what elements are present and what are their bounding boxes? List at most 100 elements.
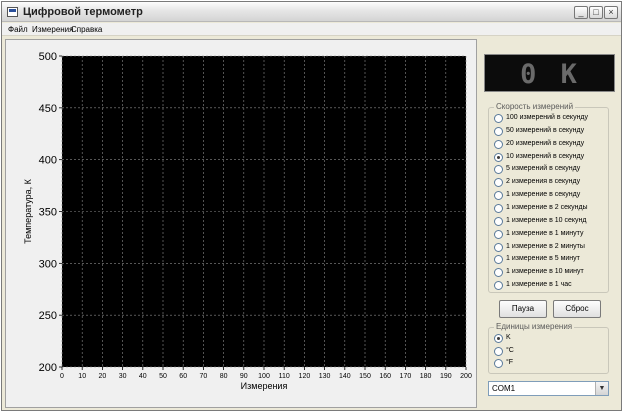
- rate-option-label: 1 измерение в 1 час: [506, 281, 572, 289]
- menu-help[interactable]: Справка: [71, 25, 102, 34]
- x-tick-label: 110: [279, 373, 290, 380]
- rate-option[interactable]: 5 измерений в секунду: [494, 163, 612, 175]
- rate-option-label: 100 измерений в секунду: [506, 114, 589, 121]
- rate-option-label: 1 измерение в 10 минут: [506, 268, 584, 276]
- menu-bar: Файл Измерения Справка: [2, 23, 621, 36]
- y-tick-label: 400: [39, 155, 57, 167]
- x-tick-label: 130: [319, 373, 331, 380]
- app-window: Цифровой термометр _ □ × Файл Измерения …: [1, 1, 622, 411]
- radio-button-icon[interactable]: [494, 165, 503, 175]
- radio-button-icon[interactable]: [494, 229, 503, 239]
- port-value: COM1: [492, 384, 516, 393]
- radio-button-icon[interactable]: [494, 216, 503, 226]
- rate-option-label: 2 измерения в секунду: [506, 178, 581, 186]
- rate-option[interactable]: 1 измерение в 10 секунд: [494, 215, 612, 227]
- y-tick-label: 200: [39, 362, 57, 374]
- radio-button-icon[interactable]: [494, 268, 503, 278]
- radio-button-icon[interactable]: [494, 281, 503, 291]
- y-tick-label: 300: [39, 258, 57, 270]
- app-icon: [7, 7, 18, 17]
- x-tick-label: 120: [299, 373, 311, 380]
- rate-option[interactable]: 1 измерение в 5 минут: [494, 253, 612, 265]
- x-tick-label: 80: [220, 373, 228, 380]
- radio-button-icon[interactable]: [494, 191, 503, 201]
- rate-option[interactable]: 1 измерение в 2 минуты: [494, 241, 612, 253]
- radio-button-icon[interactable]: [494, 346, 503, 356]
- radio-button-icon[interactable]: [494, 255, 503, 265]
- rate-option[interactable]: 20 измерений в секунду: [494, 138, 612, 150]
- units-group: Единицы измерения K °C °F: [488, 322, 612, 374]
- x-tick-label: 170: [400, 373, 412, 380]
- x-tick-label: 0: [60, 373, 64, 380]
- y-tick-label: 350: [39, 207, 57, 219]
- window-title: Цифровой термометр: [23, 6, 143, 18]
- radio-button-icon[interactable]: [494, 334, 503, 343]
- x-tick-label: 70: [200, 373, 208, 380]
- radio-button-icon[interactable]: [494, 178, 503, 188]
- x-tick-label: 200: [460, 373, 472, 380]
- rate-option[interactable]: 1 измерение в 1 минуту: [494, 228, 612, 240]
- menu-measurements[interactable]: Измерения: [32, 25, 73, 34]
- x-tick-label: 160: [379, 373, 391, 380]
- x-tick-label: 90: [240, 373, 248, 380]
- x-tick-label: 30: [119, 373, 127, 380]
- radio-button-icon[interactable]: [494, 114, 503, 123]
- radio-button-icon[interactable]: [494, 126, 503, 136]
- temperature-display: 0 K: [484, 54, 615, 92]
- close-button[interactable]: ×: [604, 6, 618, 19]
- rate-option[interactable]: 1 измерение в 1 час: [494, 279, 612, 291]
- x-tick-label: 50: [159, 373, 167, 380]
- x-tick-label: 20: [99, 373, 107, 380]
- radio-button-icon[interactable]: [494, 152, 503, 162]
- title-bar[interactable]: Цифровой термометр _ □ ×: [2, 2, 621, 22]
- rate-option[interactable]: 50 измерений в секунду: [494, 125, 612, 137]
- x-tick-label: 190: [440, 373, 452, 380]
- y-axis-label: Температура, К: [23, 178, 33, 244]
- unit-option[interactable]: °F: [494, 357, 612, 369]
- rate-option[interactable]: 2 измерения в секунду: [494, 176, 612, 188]
- rate-option[interactable]: 1 измерение в 2 секунды: [494, 202, 612, 214]
- rate-option-label: 5 измерений в секунду: [506, 165, 581, 173]
- rate-option[interactable]: 10 измерений в секунду: [494, 151, 612, 163]
- unit-option-label: °C: [506, 346, 514, 354]
- rate-option-label: 20 измерений в секунду: [506, 139, 585, 147]
- y-tick-label: 450: [39, 103, 57, 115]
- unit-option-label: K: [506, 334, 511, 341]
- radio-button-icon[interactable]: [494, 242, 503, 252]
- y-tick-label: 250: [39, 310, 57, 322]
- x-axis-label: Измерения: [241, 381, 288, 391]
- x-tick-label: 40: [139, 373, 147, 380]
- rate-option-label: 10 измерений в секунду: [506, 152, 585, 160]
- radio-button-icon[interactable]: [494, 203, 503, 213]
- rate-option-label: 1 измерение в 5 минут: [506, 255, 580, 263]
- x-tick-label: 10: [78, 373, 86, 380]
- units-group-title: Единицы измерения: [494, 322, 575, 331]
- y-tick-label: 500: [39, 51, 57, 63]
- menu-file[interactable]: Файл: [8, 25, 28, 34]
- rate-option[interactable]: 1 измерение в 10 минут: [494, 266, 612, 278]
- rate-option-label: 1 измерение в 1 минуту: [506, 229, 584, 237]
- chart-panel: 0 10 20 30 40 50 60 70 80 90 100 110 120 130 140 150 160…: [5, 39, 477, 408]
- chevron-down-icon[interactable]: ▼: [595, 382, 608, 395]
- minimize-button[interactable]: _: [574, 6, 588, 19]
- x-tick-label: 180: [420, 373, 432, 380]
- rate-option-label: 1 измерение в секунду: [506, 191, 581, 199]
- rate-option-label: 50 измерений в секунду: [506, 126, 585, 134]
- rate-option-label: 1 измерение в 10 секунд: [506, 216, 587, 224]
- radio-button-icon[interactable]: [494, 359, 503, 368]
- maximize-button[interactable]: □: [589, 6, 603, 19]
- rate-group-title: Скорость измерений: [494, 102, 576, 111]
- radio-button-icon[interactable]: [494, 139, 503, 149]
- rate-option-label: 1 измерение в 2 секунды: [506, 203, 588, 211]
- temperature-value: 0 K: [520, 59, 581, 90]
- x-tick-label: 150: [359, 373, 371, 380]
- port-select[interactable]: COM1 ▼: [488, 381, 609, 396]
- temperature-chart: 0 10 20 30 40 50 60 70 80 90 100 110 120 130 140 150 160…: [23, 51, 472, 391]
- rate-option[interactable]: 1 измерение в секунду: [494, 189, 612, 201]
- unit-option[interactable]: °C: [494, 345, 612, 357]
- reset-button[interactable]: Сброс: [553, 300, 601, 318]
- rate-option[interactable]: 100 измерений в секунду: [494, 112, 612, 124]
- pause-button[interactable]: Пауза: [499, 300, 547, 318]
- unit-option[interactable]: K: [494, 332, 612, 344]
- unit-option-label: °F: [506, 359, 514, 366]
